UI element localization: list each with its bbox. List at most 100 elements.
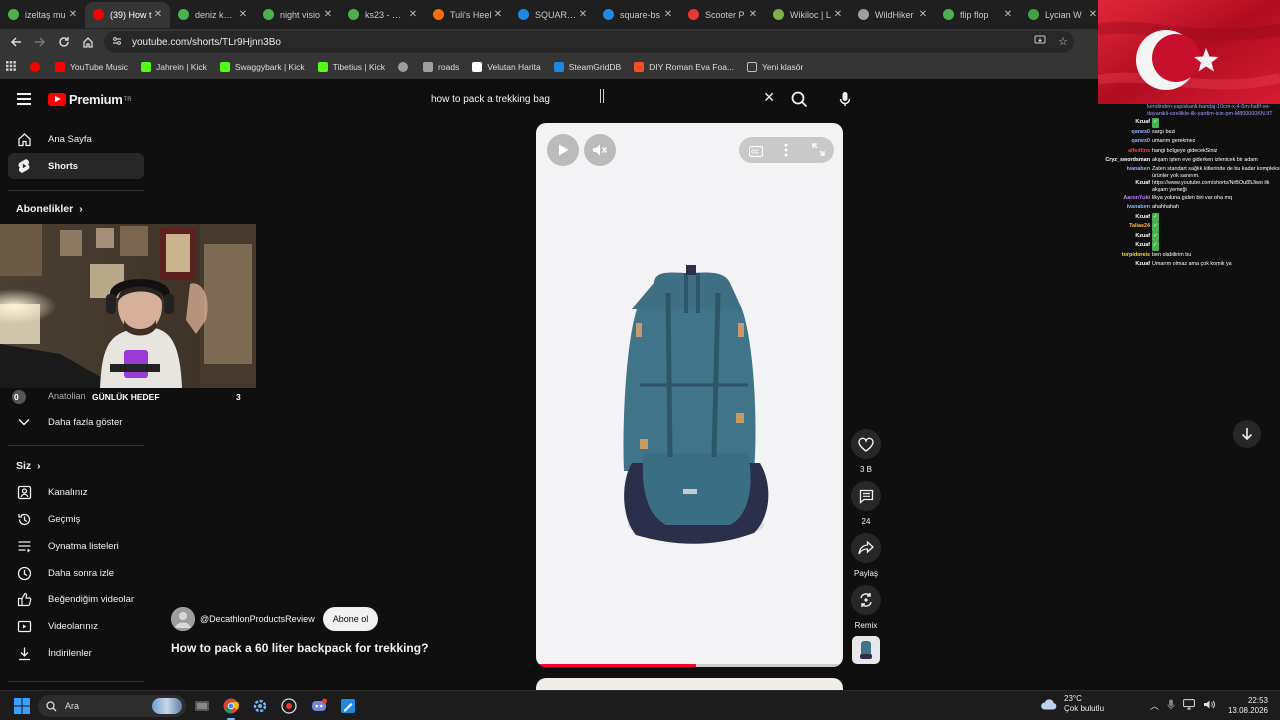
site-info-icon[interactable]: [112, 36, 126, 48]
you-heading[interactable]: Siz ›: [16, 460, 41, 472]
windows-start-button[interactable]: [12, 696, 32, 716]
channel-name[interactable]: @DecathlonProductsReview: [200, 614, 315, 624]
comments-button[interactable]: 24: [851, 481, 881, 526]
taskbar-app-settings[interactable]: [250, 696, 270, 716]
subscribe-button[interactable]: Abone ol: [322, 607, 379, 631]
tray-overflow-icon[interactable]: ︿: [1150, 699, 1159, 712]
browser-tab[interactable]: deniz kuvv ✕: [170, 2, 255, 28]
browser-tab[interactable]: Lycian W ✕: [1020, 2, 1105, 28]
forward-button[interactable]: [28, 31, 52, 53]
reload-button[interactable]: [52, 31, 76, 53]
home-button[interactable]: [76, 31, 100, 53]
bookmark-item[interactable]: Yeni klasör: [747, 62, 803, 72]
clear-search-icon[interactable]: ✕: [763, 89, 775, 106]
tab-close-icon[interactable]: ✕: [492, 9, 504, 20]
browser-tab[interactable]: izeltaş mu ✕: [0, 2, 85, 28]
taskbar-app-discord[interactable]: [309, 696, 329, 716]
tab-close-icon[interactable]: ✕: [152, 9, 164, 20]
install-app-icon[interactable]: [1034, 35, 1046, 49]
task-view-button[interactable]: [192, 696, 212, 716]
show-more-button[interactable]: Daha fazla göster: [8, 409, 144, 435]
bookmark-label: Tibetius | Kick: [332, 62, 386, 72]
back-button[interactable]: [4, 31, 28, 53]
microphone-icon[interactable]: [1167, 699, 1175, 712]
remix-button[interactable]: Remix: [851, 585, 881, 630]
browser-tab[interactable]: Scooter P ✕: [680, 2, 765, 28]
next-short-preview[interactable]: [536, 678, 843, 690]
browser-tab[interactable]: (39) How t ✕: [85, 1, 170, 28]
bookmark-item[interactable]: Swaggybark | Kick: [219, 62, 305, 72]
bookmark-item[interactable]: SteamGridDB: [553, 62, 621, 72]
sidebar-item-your-channel[interactable]: Kanalınız: [8, 479, 144, 505]
sidebar-item-downloads[interactable]: İndirilenler: [8, 640, 144, 666]
tab-close-icon[interactable]: ✕: [747, 9, 759, 20]
bookmark-item[interactable]: YouTube Music: [55, 62, 128, 72]
tab-close-icon[interactable]: ✕: [322, 9, 334, 20]
apps-grid-icon[interactable]: [6, 61, 16, 73]
logo-region: TR: [123, 96, 132, 103]
search-button[interactable]: [788, 88, 810, 110]
taskbar-app-recorder[interactable]: [279, 696, 299, 716]
volume-icon[interactable]: [1203, 699, 1215, 712]
chat-text: kendinden-yapiskanli-bandaj-10cm-x-4-5m-…: [1147, 104, 1273, 117]
next-short-button[interactable]: [1233, 420, 1261, 448]
like-button[interactable]: 3 B: [851, 429, 881, 474]
play-button[interactable]: [547, 134, 579, 166]
browser-tab[interactable]: Tuli's Heel ✕: [425, 2, 510, 28]
sidebar-item-history[interactable]: Geçmiş: [8, 506, 144, 532]
voice-search-button[interactable]: [834, 88, 856, 110]
browser-tab[interactable]: ks23 - Goo ✕: [340, 2, 425, 28]
mute-button[interactable]: [584, 134, 616, 166]
browser-tab[interactable]: square-bs ✕: [595, 2, 680, 28]
sound-thumbnail[interactable]: [852, 636, 880, 664]
bookmark-item[interactable]: DIY Roman Eva Foa...: [634, 62, 734, 72]
tab-close-icon[interactable]: ✕: [662, 9, 674, 20]
sidebar-divider: [8, 681, 144, 682]
sidebar-item-watch-later[interactable]: Daha sonra izle: [8, 560, 144, 586]
more-options-icon[interactable]: [784, 143, 788, 162]
browser-tab[interactable]: Wikiloc | L ✕: [765, 2, 850, 28]
taskbar-app-chrome[interactable]: [221, 696, 241, 720]
sidebar-item-playlists[interactable]: Oynatma listeleri: [8, 533, 144, 559]
taskbar-search[interactable]: Ara: [38, 695, 186, 717]
tab-close-icon[interactable]: ✕: [917, 9, 929, 20]
bookmark-item[interactable]: Tibetius | Kick: [317, 62, 386, 72]
sidebar-item-shorts[interactable]: Shorts: [8, 153, 144, 179]
browser-tab[interactable]: flip flop ✕: [935, 2, 1020, 28]
video-progress-bar[interactable]: [536, 664, 843, 667]
channel-avatar[interactable]: [171, 607, 195, 631]
tab-close-icon[interactable]: ✕: [832, 9, 844, 20]
taskbar-app-editor[interactable]: [338, 696, 358, 716]
share-button[interactable]: Paylaş: [851, 533, 881, 578]
browser-tab[interactable]: SQUARE E ✕: [510, 2, 595, 28]
tab-close-icon[interactable]: ✕: [237, 9, 249, 20]
menu-icon[interactable]: [17, 93, 31, 108]
sidebar-item-your-videos[interactable]: Videolarınız: [8, 613, 144, 639]
bookmark-favicon-icon: [472, 62, 483, 72]
address-bar[interactable]: youtube.com/shorts/TLr9Hjnn3Bo ☆: [104, 31, 1074, 53]
system-clock[interactable]: 22:53 13.08.2026: [1228, 696, 1268, 716]
sidebar-item-liked-videos[interactable]: Beğendiğim videolar: [8, 586, 144, 612]
tab-close-icon[interactable]: ✕: [67, 9, 79, 20]
bookmark-item[interactable]: Velutan Harita: [472, 62, 541, 72]
bookmark-star-icon[interactable]: ☆: [1058, 35, 1068, 49]
tab-close-icon[interactable]: ✕: [577, 9, 589, 20]
sidebar-item-home[interactable]: Ana Sayfa: [8, 126, 144, 152]
bookmark-item[interactable]: [30, 62, 45, 72]
fullscreen-icon[interactable]: [812, 143, 825, 161]
short-title[interactable]: How to pack a 60 liter backpack for trek…: [171, 641, 428, 655]
bookmark-item[interactable]: [398, 62, 413, 72]
tab-close-icon[interactable]: ✕: [407, 9, 419, 20]
subscriptions-heading[interactable]: Abonelikler ›: [16, 203, 83, 215]
tab-close-icon[interactable]: ✕: [1002, 9, 1014, 20]
bookmark-item[interactable]: roads: [423, 62, 459, 72]
weather-widget[interactable]: 23°C Çok bulutlu: [1040, 694, 1104, 714]
shorts-player[interactable]: CC: [536, 123, 843, 667]
network-icon[interactable]: [1183, 699, 1195, 712]
browser-tab[interactable]: night visio ✕: [255, 2, 340, 28]
captions-icon[interactable]: CC: [749, 144, 763, 162]
chat-text: ben olabilirim bu: [1152, 251, 1192, 258]
bookmark-item[interactable]: Jahrein | Kick: [140, 62, 207, 72]
browser-tab[interactable]: WildHiker ✕: [850, 2, 935, 28]
youtube-premium-logo[interactable]: Premium TR: [48, 92, 132, 107]
